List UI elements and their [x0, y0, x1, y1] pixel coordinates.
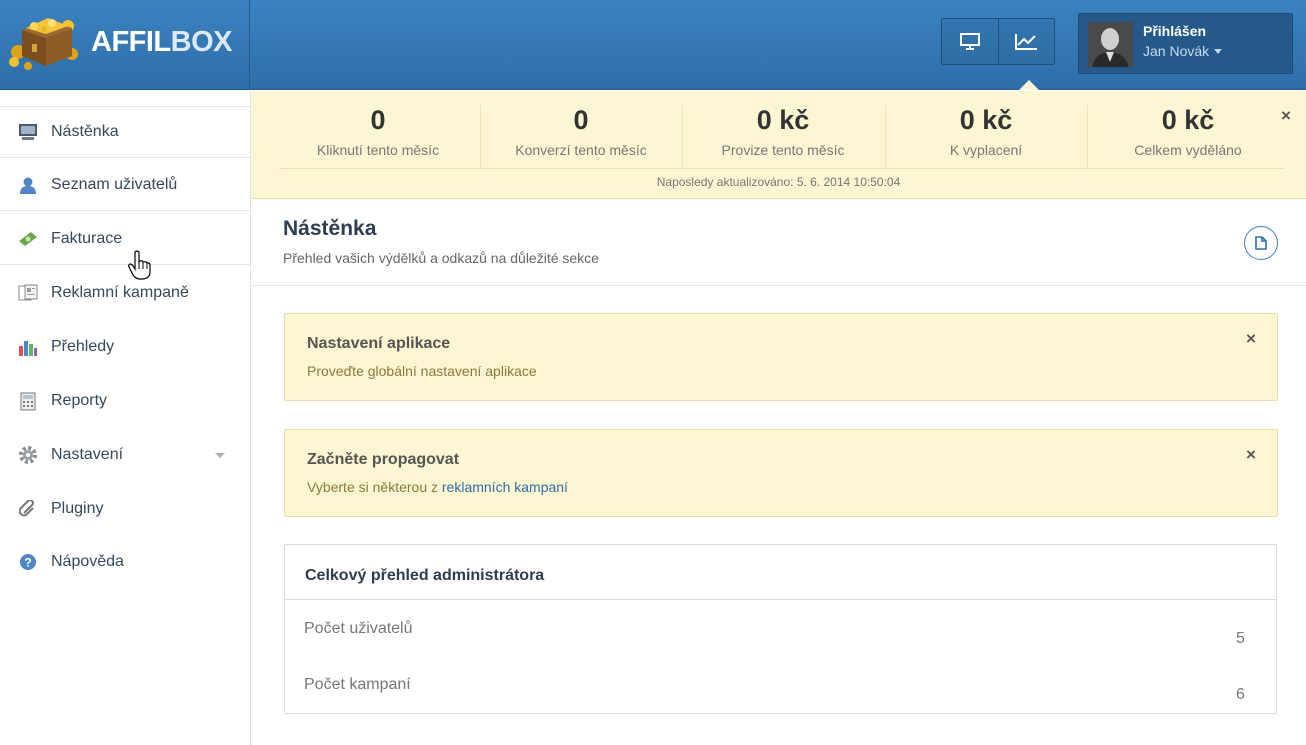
sidebar-item-label: Reklamní kampaně — [51, 284, 189, 301]
active-view-pointer — [1019, 80, 1039, 90]
svg-text:?: ? — [24, 556, 31, 570]
stat-total-earned: 0 kč Celkem vyděláno — [1134, 105, 1242, 158]
stats-divider-line — [279, 168, 1284, 169]
user-icon — [18, 175, 38, 195]
sidebar-item-label: Nastavení — [51, 446, 124, 463]
avatar — [1088, 22, 1133, 67]
alert-text: Proveďte globální nastavení aplikace — [307, 363, 537, 379]
desktop-view-button[interactable] — [942, 19, 998, 64]
sidebar-item-help[interactable]: ? Nápověda — [0, 536, 250, 588]
view-switch-group — [941, 18, 1055, 65]
sidebar-item-settings[interactable]: Nastavení — [0, 429, 250, 481]
stat-clicks: 0 Kliknutí tento měsíc — [316, 105, 440, 158]
sidebar-item-label: Přehledy — [51, 338, 115, 355]
panel-title: Celkový přehled administrátora — [305, 567, 545, 584]
line-chart-icon — [1015, 33, 1038, 50]
stats-close-button[interactable]: × — [1281, 106, 1291, 126]
stat-conversions: 0 Konverzí tento měsíc — [515, 105, 647, 158]
stat-commission: 0 kč Provize tento měsíc — [721, 105, 845, 158]
sidebar-item-label: Reporty — [51, 392, 108, 409]
stats-view-button[interactable] — [997, 19, 1054, 64]
sidebar-item-users[interactable]: Seznam uživatelů — [0, 159, 250, 211]
logo-treasure-chest-icon — [9, 18, 78, 70]
stats-bar: 0 Kliknutí tento měsíc 0 Konverzí tento … — [251, 91, 1306, 199]
alert-close-button[interactable]: × — [1246, 329, 1256, 349]
page-document-button[interactable] — [1244, 226, 1278, 260]
monitor-icon — [959, 32, 980, 50]
admin-overview-panel: Celkový přehled administrátora Počet uži… — [284, 544, 1277, 714]
last-updated-text: Naposledy aktualizováno: 5. 6. 2014 10:5… — [656, 175, 901, 189]
hand-cursor-icon — [128, 250, 151, 280]
bar-chart-icon — [18, 337, 38, 357]
sidebar-item-overviews[interactable]: Přehledy — [0, 321, 250, 373]
row-label: Počet uživatelů — [304, 620, 413, 637]
sidebar-item-dashboard[interactable]: Nástěnka — [0, 106, 250, 158]
chevron-down-icon — [215, 453, 225, 458]
sidebar-item-plugins[interactable]: Pluginy — [0, 483, 250, 535]
sidebar-item-label: Seznam uživatelů — [51, 175, 178, 193]
money-icon — [18, 229, 38, 249]
alert-title: Začněte propagovat — [307, 451, 460, 468]
table-row: Počet kampaní 6 — [285, 656, 1276, 712]
help-icon: ? — [18, 552, 38, 572]
row-value: 6 — [1236, 686, 1245, 703]
sidebar-item-reports[interactable]: Reporty — [0, 375, 250, 427]
alert-close-button[interactable]: × — [1246, 445, 1256, 465]
document-icon — [1255, 236, 1267, 250]
monitor-icon — [18, 122, 38, 142]
sidebar: Nástěnka Seznam uživatelů Fakturace Rekl… — [0, 91, 251, 745]
sidebar-item-invoicing[interactable]: Fakturace — [0, 213, 250, 265]
row-value: 5 — [1236, 630, 1245, 647]
sidebar-item-label: Nápověda — [51, 553, 124, 570]
alert-text: Vyberte si některou z reklamních kampaní — [307, 479, 568, 495]
page-title: Nástěnka — [283, 217, 377, 240]
alert-title: Nastavení aplikace — [307, 335, 451, 352]
logo-area[interactable]: AFFILBOX — [0, 0, 250, 90]
paperclip-icon — [18, 499, 38, 519]
calculator-icon — [18, 391, 38, 411]
panel-header: Celkový přehled administrátora — [285, 545, 1276, 600]
alert-app-settings: Nastavení aplikace Proveďte globální nas… — [284, 313, 1278, 401]
campaigns-link[interactable]: reklamních kampaní — [442, 479, 568, 495]
stat-payable: 0 kč K vyplacení — [949, 105, 1023, 158]
top-bar: AFFILBOX Přihlášen Jan Novák — [0, 0, 1306, 90]
campaign-icon — [18, 283, 38, 303]
user-name-dropdown[interactable]: Jan Novák — [1143, 43, 1223, 59]
alert-start-promoting: Začněte propagovat Vyberte si některou z… — [284, 429, 1278, 517]
page-header: Nástěnka Přehled vašich výdělků a odkazů… — [251, 200, 1306, 286]
caret-down-icon — [1214, 49, 1223, 54]
gear-icon — [18, 445, 38, 465]
sidebar-item-campaigns[interactable]: Reklamní kampaně — [0, 267, 250, 319]
sidebar-item-label: Pluginy — [51, 500, 104, 517]
table-row: Počet uživatelů 5 — [285, 600, 1276, 656]
row-label: Počet kampaní — [304, 676, 411, 693]
sidebar-item-label: Nástěnka — [51, 123, 119, 140]
logo-text: AFFILBOX — [91, 26, 233, 58]
sidebar-item-label: Fakturace — [51, 229, 123, 247]
user-status-label: Přihlášen — [1143, 23, 1207, 39]
user-menu[interactable]: Přihlášen Jan Novák — [1078, 13, 1293, 74]
page-subtitle: Přehled vašich výdělků a odkazů na důlež… — [283, 250, 599, 266]
